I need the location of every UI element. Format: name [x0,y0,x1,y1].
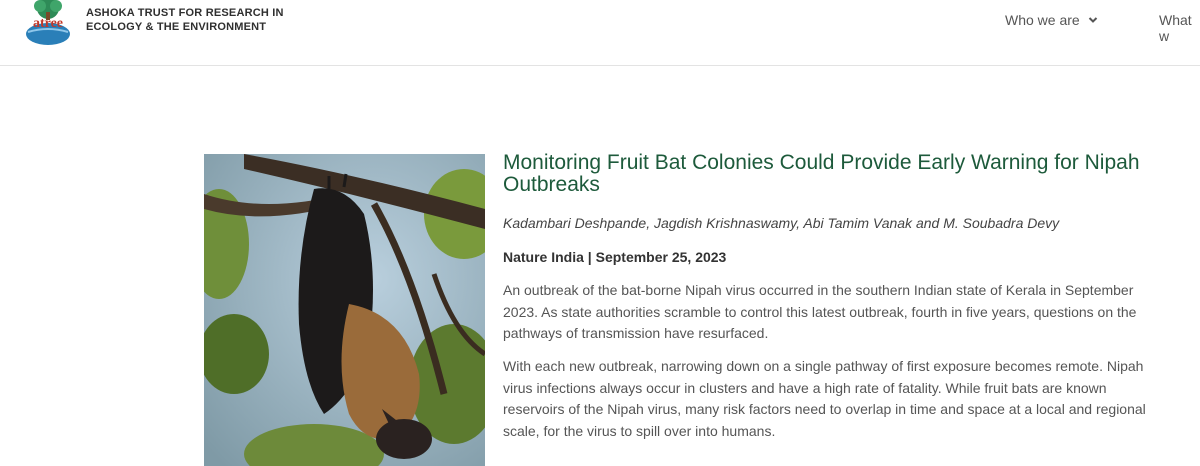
nav-who-we-are-label: Who we are [1005,12,1080,28]
nav-what-label: What w [1159,12,1192,44]
article-paragraph: With each new outbreak, narrowing down o… [503,358,1146,439]
logo-wordmark: atree [33,16,63,31]
article-title[interactable]: Monitoring Fruit Bat Colonies Could Prov… [503,152,1183,196]
fruit-bat-photo [204,154,485,466]
organization-name[interactable]: ASHOKA TRUST FOR RESEARCH IN ECOLOGY & T… [86,6,284,34]
article-authors: Kadambari Deshpande, Jagdish Krishnaswam… [503,215,1060,231]
org-name-line2: ECOLOGY & THE ENVIRONMENT [86,21,267,33]
chevron-down-icon [1088,17,1097,23]
article-paragraph: An outbreak of the bat-borne Nipah virus… [503,282,1137,341]
nav-what-we-do[interactable]: What w [1159,12,1200,44]
site-header: atree ASHOKA TRUST FOR RESEARCH IN ECOLO… [0,0,1200,66]
article-source-date: Nature India | September 25, 2023 [503,249,727,265]
org-name-line1: ASHOKA TRUST FOR RESEARCH IN [86,7,284,19]
nav-who-we-are[interactable]: Who we are [1005,12,1098,28]
atree-logo[interactable]: atree [22,0,74,46]
